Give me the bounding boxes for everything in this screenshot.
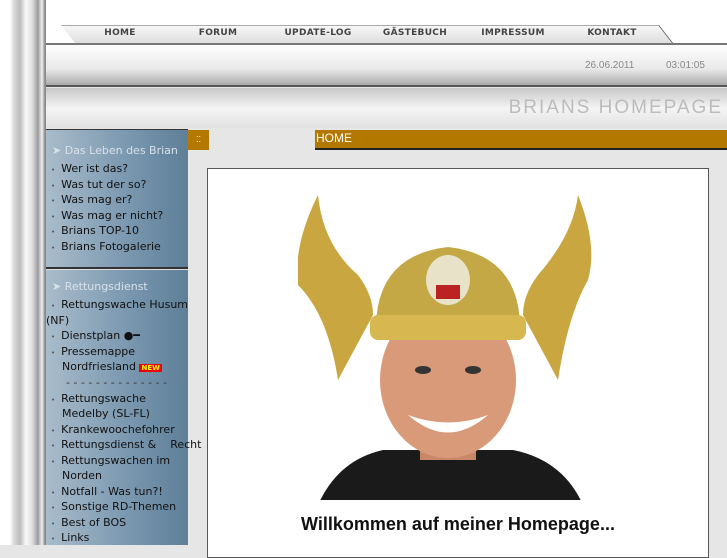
tab-update-log[interactable]: UPDATE-LOG: [268, 28, 368, 38]
left-frame: [0, 0, 46, 545]
sidebar-item[interactable]: • Was mag er?: [51, 192, 191, 210]
sidebar-item-cont[interactable]: Medelby (SL-FL): [51, 406, 191, 422]
sidebar-item[interactable]: • Wer ist das?: [51, 161, 191, 179]
new-badge: NEW: [139, 364, 162, 372]
tab-home[interactable]: HOME: [70, 28, 170, 38]
section-title: Rettungsdienst: [64, 280, 148, 293]
sidebar-item[interactable]: • Rettungswache Husum: [51, 297, 191, 315]
tab-forum[interactable]: FORUM: [168, 28, 268, 38]
tab-guestbook[interactable]: GÄSTEBUCH: [365, 28, 465, 38]
top-area: [46, 0, 727, 25]
sidebar-separator: - - - - - - - - - - - - - -: [66, 376, 168, 389]
sidebar-item-dienstplan[interactable]: • Dienstplan ●━: [51, 328, 191, 346]
welcome-heading: Willkommen auf meiner Homepage...: [301, 514, 615, 534]
tab-kontakt[interactable]: KONTAKT: [562, 28, 662, 38]
nav-tabs: HOME FORUM UPDATE-LOG GÄSTEBUCH IMPRESSU…: [46, 25, 727, 45]
sidebar-item-cont[interactable]: Nordfriesland NEW: [51, 359, 191, 377]
breadcrumb: HOME: [315, 130, 727, 150]
sidebar-item[interactable]: • Sonstige RD-Themen: [51, 499, 191, 517]
section-title: Das Leben des Brian: [64, 144, 178, 157]
current-date: 26.06.2011: [585, 60, 635, 71]
sidebar-item[interactable]: • Brians Fotogalerie: [51, 239, 191, 257]
dots-icon: ⁚⁚: [188, 130, 209, 150]
sidebar-item-cont[interactable]: (NF): [46, 313, 186, 329]
tab-impressum[interactable]: IMPRESSUM: [463, 28, 563, 38]
section-header-rettungsdienst[interactable]: ➤ Rettungsdienst: [52, 280, 148, 293]
title-band: BRIANS HOMEPAGE: [46, 88, 727, 128]
date-band: 26.06.2011 03:01:05: [46, 45, 727, 87]
sidebar-item[interactable]: • Brians TOP-10: [51, 223, 191, 241]
current-time: 03:01:05: [666, 60, 705, 71]
sidebar-divider: [46, 267, 188, 270]
key-icon: ●━: [123, 329, 140, 342]
viking-helmet-photo: [298, 195, 592, 500]
site-title: BRIANS HOMEPAGE: [508, 97, 723, 118]
sidebar-item-cont[interactable]: Norden: [51, 468, 191, 484]
section-header-leben[interactable]: ➤ Das Leben des Brian: [52, 144, 178, 157]
sidebar: ➤ Das Leben des Brian • Wer ist das? • Was…: [46, 129, 201, 545]
sidebar-item[interactable]: • Rettungsdienst & Recht: [51, 437, 201, 455]
content-panel: Willkommen auf meiner Homepage...: [207, 168, 709, 558]
